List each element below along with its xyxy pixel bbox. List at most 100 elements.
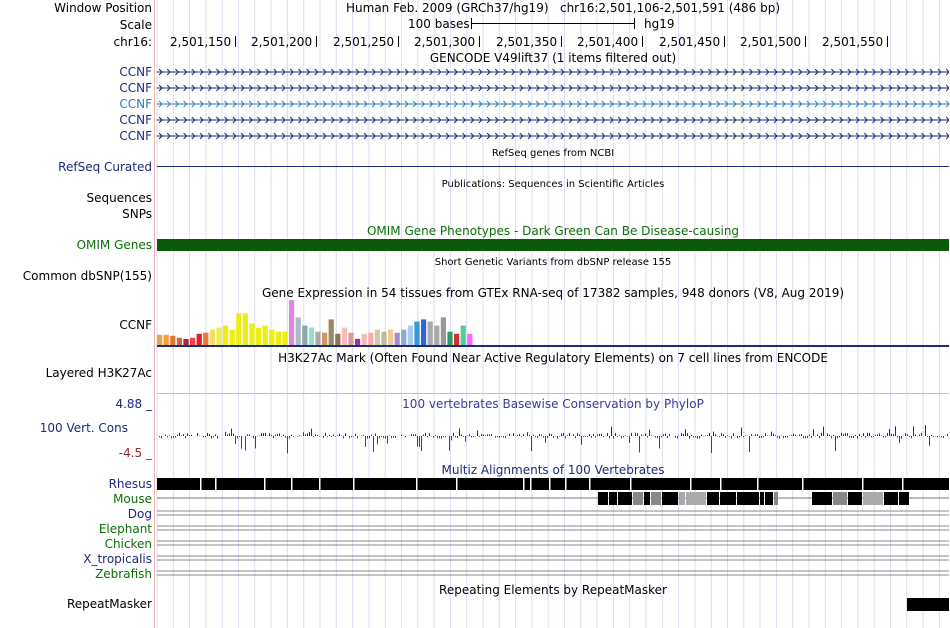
gencode-track-title[interactable]: GENCODE V49lift37 (1 items filtered out) bbox=[157, 51, 949, 65]
conservation-bar bbox=[205, 436, 206, 438]
conservation-bar bbox=[641, 434, 642, 436]
position-readout: chr16:2,501,106-2,501,591 (486 bp) bbox=[559, 1, 781, 15]
gencode-gene-label[interactable]: CCNF bbox=[119, 97, 152, 111]
species-label-x-tropicalis[interactable]: X_tropicalis bbox=[83, 552, 152, 566]
gtex-tissue-bar bbox=[328, 319, 334, 345]
gtex-tissue-bar bbox=[335, 333, 341, 346]
conservation-bar bbox=[705, 435, 706, 436]
gencode-transcript[interactable] bbox=[157, 68, 949, 76]
conservation-bar bbox=[917, 436, 918, 437]
mouse-alignment-block bbox=[618, 492, 632, 505]
gtex-tissue-bar bbox=[170, 335, 176, 345]
conservation-bar bbox=[225, 431, 226, 436]
conservation-bar bbox=[899, 436, 900, 444]
conservation-bar bbox=[265, 432, 266, 436]
mouse-alignment-block bbox=[633, 492, 643, 505]
species-label-zebrafish[interactable]: Zebrafish bbox=[95, 567, 152, 581]
conservation-bar bbox=[609, 436, 610, 439]
repeatmasker-track-label[interactable]: RepeatMasker bbox=[67, 597, 152, 611]
conservation-bar bbox=[489, 434, 490, 436]
species-label-elephant[interactable]: Elephant bbox=[99, 522, 152, 536]
conservation-bar bbox=[585, 436, 586, 437]
conservation-bar bbox=[759, 436, 760, 438]
gencode-transcript[interactable] bbox=[157, 100, 949, 108]
conservation-bar bbox=[299, 435, 300, 436]
gtex-tissue-bar bbox=[269, 329, 275, 345]
gtex-tissue-bar bbox=[216, 327, 222, 345]
gencode-gene-label[interactable]: CCNF bbox=[119, 129, 152, 143]
conservation-bar bbox=[369, 436, 370, 439]
conservation-bar bbox=[171, 436, 172, 439]
h3k27ac-track-label[interactable]: Layered H3K27Ac bbox=[46, 366, 152, 380]
conservation-bar bbox=[787, 436, 788, 438]
publications-sequences-label[interactable]: Sequences bbox=[87, 191, 152, 205]
species-label-rhesus[interactable]: Rhesus bbox=[109, 477, 152, 491]
conservation-bar bbox=[417, 436, 418, 447]
conservation-bar bbox=[791, 435, 792, 436]
conservation-wiggle[interactable] bbox=[157, 420, 949, 460]
alignment-gap bbox=[720, 478, 722, 490]
dbsnp-track-label[interactable]: Common dbSNP(155) bbox=[23, 269, 152, 283]
omim-track-label[interactable]: OMIM Genes bbox=[77, 238, 152, 252]
gtex-bar-graph[interactable] bbox=[157, 299, 949, 347]
gencode-gene-label[interactable]: CCNF bbox=[119, 81, 152, 95]
conservation-bar bbox=[583, 436, 584, 437]
gencode-gene-label[interactable]: CCNF bbox=[119, 65, 152, 79]
species-label-mouse[interactable]: Mouse bbox=[113, 492, 152, 506]
conservation-bar bbox=[443, 436, 444, 438]
tick-label: 2,501,350 bbox=[496, 35, 563, 49]
gtex-tissue-bar bbox=[315, 331, 321, 345]
conservation-bar bbox=[179, 432, 180, 436]
conservation-bar bbox=[509, 433, 510, 436]
conservation-bar bbox=[423, 434, 424, 436]
conservation-bar bbox=[887, 433, 888, 436]
conservation-bar bbox=[249, 434, 250, 436]
species-label-dog[interactable]: Dog bbox=[128, 507, 152, 521]
window-position-label: Window Position bbox=[54, 1, 152, 15]
mouse-alignment-block bbox=[609, 492, 617, 505]
mouse-alignment-block bbox=[662, 492, 678, 505]
repeat-element[interactable] bbox=[907, 598, 949, 611]
conservation-bar bbox=[761, 436, 762, 438]
conservation-bar bbox=[655, 436, 656, 438]
tick-label: 2,501,150 bbox=[170, 35, 237, 49]
conservation-bar bbox=[521, 436, 522, 437]
conservation-bar bbox=[717, 436, 718, 437]
conservation-bar bbox=[557, 436, 558, 439]
gtex-tissue-bar bbox=[355, 338, 361, 345]
tick-label: 2,501,550 bbox=[822, 35, 889, 49]
conservation-bar bbox=[729, 436, 730, 437]
gtex-track-label[interactable]: CCNF bbox=[119, 318, 152, 332]
conservation-bar bbox=[703, 436, 704, 437]
refseq-gene-line[interactable] bbox=[157, 166, 949, 167]
conservation-bar bbox=[635, 432, 636, 436]
conservation-bar bbox=[891, 433, 892, 436]
gencode-transcript[interactable] bbox=[157, 84, 949, 92]
conservation-bar bbox=[873, 436, 874, 437]
conservation-bar bbox=[895, 426, 896, 436]
conservation-bar bbox=[185, 436, 186, 439]
conservation-bar bbox=[177, 434, 178, 436]
conservation-bar bbox=[627, 436, 628, 437]
gencode-gene-label[interactable]: CCNF bbox=[119, 113, 152, 127]
h3k27ac-track-title: H3K27Ac Mark (Often Found Near Active Re… bbox=[278, 351, 828, 365]
chrom-label: chr16: bbox=[113, 35, 152, 49]
omim-feature[interactable] bbox=[157, 239, 949, 251]
conservation-bar bbox=[441, 436, 442, 439]
species-label-chicken[interactable]: Chicken bbox=[105, 537, 152, 551]
conservation-bar bbox=[777, 436, 778, 438]
conservation-bar bbox=[801, 434, 802, 436]
conservation-bar bbox=[303, 432, 304, 436]
conservation-bar bbox=[273, 436, 274, 439]
gencode-transcript[interactable] bbox=[157, 116, 949, 124]
conservation-bar bbox=[389, 435, 390, 436]
gtex-tissue-bar bbox=[236, 313, 242, 345]
gencode-transcript[interactable] bbox=[157, 132, 949, 140]
conservation-bar bbox=[559, 436, 560, 437]
gtex-tissue-bar bbox=[434, 325, 440, 345]
multiz-alignment-rows[interactable] bbox=[157, 476, 949, 580]
publications-snps-label[interactable]: SNPs bbox=[122, 207, 152, 221]
conservation-track-label[interactable]: 100 Vert. Cons bbox=[40, 421, 128, 435]
refseq-track-label[interactable]: RefSeq Curated bbox=[58, 160, 152, 174]
h3k27ac-signal[interactable] bbox=[157, 393, 949, 394]
